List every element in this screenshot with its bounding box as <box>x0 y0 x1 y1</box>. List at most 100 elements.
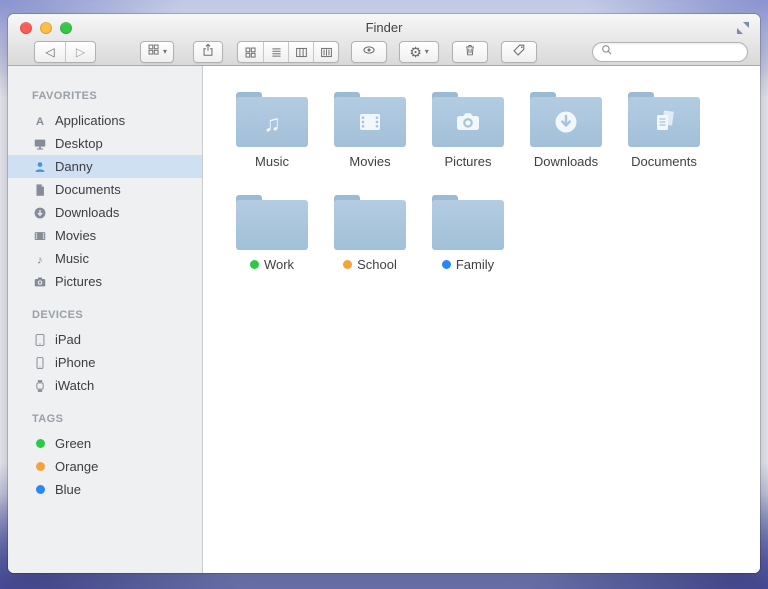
folder-label: School <box>321 257 419 272</box>
folder-family[interactable]: Family <box>419 195 517 272</box>
minimize-button[interactable] <box>40 22 52 34</box>
download-circle-icon <box>32 205 48 221</box>
user-icon <box>32 159 48 175</box>
folder-label: Family <box>419 257 517 272</box>
sidebar-item-label: Green <box>55 436 91 451</box>
search-input[interactable] <box>617 44 739 60</box>
close-button[interactable] <box>20 22 32 34</box>
nav-buttons: ◁ ▷ <box>34 41 96 63</box>
folder-icon <box>334 195 406 250</box>
film-icon <box>32 228 48 244</box>
folder-label: Movies <box>321 154 419 169</box>
blue-tag-dot-icon <box>442 260 451 269</box>
sidebar-item-label: Orange <box>55 459 98 474</box>
sidebar-item-label: Downloads <box>55 205 119 220</box>
sidebar-item-danny[interactable]: Danny <box>8 155 202 178</box>
folder-label: Music <box>223 154 321 169</box>
sidebar-item-desktop[interactable]: Desktop <box>8 132 202 155</box>
column-view-button[interactable] <box>288 42 313 62</box>
sidebar-section-tags: TAGS Green Orange Blue <box>8 413 202 501</box>
green-tag-dot-icon <box>250 260 259 269</box>
folder-icon <box>530 92 602 147</box>
forward-button[interactable]: ▷ <box>65 42 95 62</box>
sidebar-item-documents[interactable]: Documents <box>8 178 202 201</box>
sidebar-item-tag-blue[interactable]: Blue <box>8 478 202 501</box>
traffic-lights <box>20 22 72 34</box>
folder-work[interactable]: Work <box>223 195 321 272</box>
sidebar-item-downloads[interactable]: Downloads <box>8 201 202 224</box>
folder-movies[interactable]: Movies <box>321 92 419 169</box>
tag-icon <box>512 43 526 62</box>
back-button[interactable]: ◁ <box>35 42 65 62</box>
music-note-icon: ♪ <box>32 251 48 267</box>
view-mode-control <box>237 41 339 63</box>
share-icon <box>201 43 215 62</box>
sidebar: FAVORITES A Applications <box>8 66 203 573</box>
sidebar-item-music[interactable]: ♪ Music <box>8 247 202 270</box>
window-body: FAVORITES A Applications <box>8 66 760 573</box>
orange-tag-dot-icon <box>32 459 48 475</box>
folder-label: Documents <box>615 154 713 169</box>
gear-icon: ⚙ <box>409 45 422 59</box>
chevron-down-icon: ▾ <box>163 48 167 56</box>
tags-section-title: TAGS <box>8 413 202 432</box>
delete-button[interactable] <box>452 41 488 63</box>
folder-pictures[interactable]: Pictures <box>419 92 517 169</box>
svg-text:♫: ♫ <box>263 110 280 136</box>
action-button[interactable]: ⚙ ▾ <box>399 41 439 63</box>
sidebar-item-label: Documents <box>55 182 121 197</box>
sidebar-item-label: Applications <box>55 113 125 128</box>
sidebar-item-label: Danny <box>55 159 93 174</box>
watch-icon <box>32 378 48 394</box>
folder-documents[interactable]: Documents <box>615 92 713 169</box>
list-view-button[interactable] <box>263 42 288 62</box>
zoom-button[interactable] <box>60 22 72 34</box>
folder-downloads[interactable]: Downloads <box>517 92 615 169</box>
blue-tag-dot-icon <box>32 482 48 498</box>
favorites-section-title: FAVORITES <box>8 90 202 109</box>
window-title: Finder <box>8 14 760 41</box>
sidebar-item-applications[interactable]: A Applications <box>8 109 202 132</box>
sidebar-item-label: Pictures <box>55 274 102 289</box>
arrange-button[interactable]: ▾ <box>140 41 174 63</box>
sidebar-item-label: Movies <box>55 228 96 243</box>
fullscreen-icon[interactable] <box>736 21 750 35</box>
folder-icon <box>432 195 504 250</box>
quick-look-button[interactable] <box>351 41 387 63</box>
music-note-glyph-icon: ♫ <box>256 106 288 138</box>
sidebar-item-tag-green[interactable]: Green <box>8 432 202 455</box>
search-icon <box>601 43 613 61</box>
sidebar-section-devices: DEVICES iPad <box>8 309 202 397</box>
toolbar: ◁ ▷ ▾ <box>8 39 760 65</box>
list-view-icon <box>270 46 283 59</box>
sidebar-item-label: iPad <box>55 332 81 347</box>
sidebar-item-movies[interactable]: Movies <box>8 224 202 247</box>
ipad-icon <box>32 332 48 348</box>
finder-window: Finder ◁ ▷ <box>8 14 760 573</box>
titlebar: Finder <box>8 14 760 39</box>
folder-school[interactable]: School <box>321 195 419 272</box>
grid-icon <box>147 43 160 61</box>
document-icon <box>32 182 48 198</box>
folder-music[interactable]: ♫ Music <box>223 92 321 169</box>
download-glyph-icon <box>550 106 582 138</box>
sidebar-item-ipad[interactable]: iPad <box>8 328 202 351</box>
coverflow-view-button[interactable] <box>313 42 338 62</box>
sidebar-item-tag-orange[interactable]: Orange <box>8 455 202 478</box>
sidebar-item-iphone[interactable]: iPhone <box>8 351 202 374</box>
file-browser-area: ♫ Music <box>203 66 760 573</box>
share-button[interactable] <box>193 41 223 63</box>
tags-button[interactable] <box>501 41 537 63</box>
search-field[interactable] <box>592 42 748 62</box>
folder-label: Work <box>223 257 321 272</box>
sidebar-item-label: Music <box>55 251 89 266</box>
sidebar-item-pictures[interactable]: Pictures <box>8 270 202 293</box>
sidebar-item-iwatch[interactable]: iWatch <box>8 374 202 397</box>
folder-icon <box>432 92 504 147</box>
svg-text:♪: ♪ <box>37 254 43 266</box>
documents-glyph-icon <box>648 106 680 138</box>
folder-icon: ♫ <box>236 92 308 147</box>
icon-view-button[interactable] <box>238 42 263 62</box>
folder-grid: ♫ Music <box>223 92 723 298</box>
applications-icon: A <box>32 113 48 129</box>
